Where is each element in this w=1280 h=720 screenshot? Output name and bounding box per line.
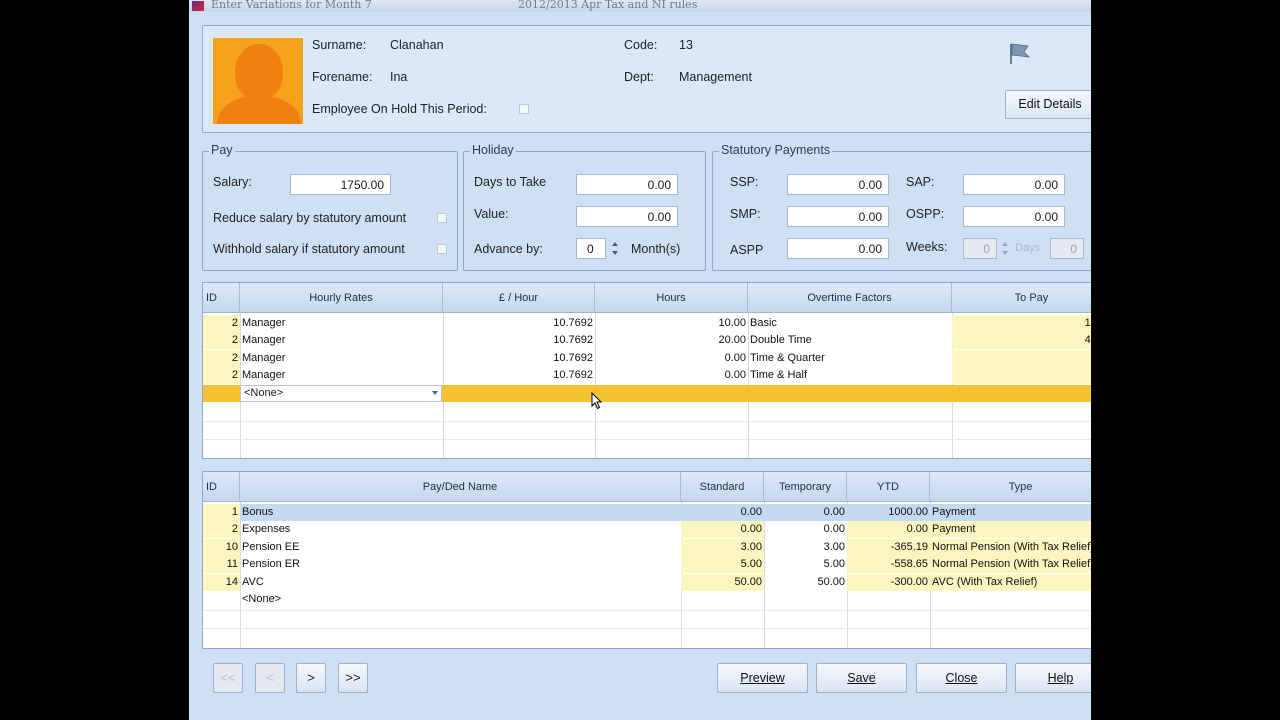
reduce-salary-label: Reduce salary by statutory amount bbox=[213, 211, 407, 225]
weeks-label: Weeks: bbox=[906, 240, 948, 254]
app-icon bbox=[192, 1, 204, 11]
pay-legend: Pay bbox=[209, 143, 235, 157]
on-hold-label: Employee On Hold This Period: bbox=[312, 102, 487, 116]
surname-label: Surname: bbox=[312, 38, 367, 52]
forename-value: Ina bbox=[390, 70, 408, 84]
payded-grid-header: ID Pay/Ded Name Standard Temporary YTD T… bbox=[203, 472, 1091, 502]
smp-field[interactable]: 0.00 bbox=[787, 206, 889, 227]
ospp-label: OSPP: bbox=[906, 207, 945, 221]
table-row[interactable]: 2 Manager 10.7692 10.00 Basic 107 bbox=[203, 315, 1091, 332]
mouse-cursor-icon bbox=[591, 392, 603, 410]
forename-label: Forename: bbox=[312, 70, 373, 84]
holiday-value-field[interactable]: 0.00 bbox=[576, 206, 678, 227]
ssp-label: SSP: bbox=[730, 175, 759, 189]
code-label: Code: bbox=[624, 38, 658, 52]
close-button[interactable]: Close bbox=[916, 663, 1007, 693]
tax-rules-label: 2012/2013 Apr Tax and NI rules bbox=[518, 0, 698, 11]
title-bar: Enter Variations for Month 7 2012/2013 A… bbox=[189, 0, 1091, 12]
variations-window: Enter Variations for Month 7 2012/2013 A… bbox=[189, 0, 1091, 720]
new-row-editing[interactable]: <None> bbox=[203, 385, 1091, 402]
dept-value: Management bbox=[679, 70, 752, 84]
ssp-field[interactable]: 0.00 bbox=[787, 174, 889, 195]
table-row[interactable]: 11 Pension ER 5.00 5.00 -558.65 Normal P… bbox=[203, 556, 1091, 573]
reduce-salary-checkbox[interactable] bbox=[437, 213, 447, 223]
col-to-pay[interactable]: To Pay bbox=[952, 283, 1091, 313]
weeks-spinner[interactable] bbox=[1000, 238, 1010, 259]
window-title: Enter Variations for Month 7 bbox=[211, 0, 372, 11]
surname-value: Clanahan bbox=[390, 38, 444, 52]
hourly-rates-grid: ID Hourly Rates £ / Hour Hours Overtime … bbox=[202, 282, 1091, 459]
dept-label: Dept: bbox=[624, 70, 654, 84]
table-row[interactable]: 2 Manager 10.7692 20.00 Double Time 430 bbox=[203, 332, 1091, 349]
table-row[interactable]: 14 AVC 50.00 50.00 -300.00 AVC (With Tax… bbox=[203, 574, 1091, 591]
advance-by-field[interactable]: 0 bbox=[576, 238, 606, 259]
employee-photo bbox=[213, 38, 303, 124]
prev-record-button[interactable]: < bbox=[255, 663, 285, 693]
col-id[interactable]: ID bbox=[203, 472, 240, 502]
table-row[interactable]: 2 Manager 10.7692 0.00 Time & Half 0 bbox=[203, 367, 1091, 384]
save-button[interactable]: Save bbox=[816, 663, 907, 693]
hourly-rate-dropdown[interactable]: <None> bbox=[240, 385, 442, 402]
aspp-field[interactable]: 0.00 bbox=[787, 238, 889, 259]
salary-field[interactable]: 1750.00 bbox=[290, 174, 391, 195]
new-row[interactable]: <None> bbox=[203, 591, 1091, 608]
advance-by-spinner[interactable] bbox=[610, 238, 620, 259]
weeks-field[interactable]: 0 bbox=[963, 238, 997, 259]
col-temporary[interactable]: Temporary bbox=[764, 472, 847, 502]
col-per-hour[interactable]: £ / Hour bbox=[443, 283, 595, 313]
months-label: Month(s) bbox=[631, 242, 681, 256]
first-record-button[interactable]: << bbox=[213, 663, 243, 693]
withhold-salary-label: Withhold salary if statutory amount bbox=[213, 242, 405, 256]
statutory-legend: Statutory Payments bbox=[719, 143, 833, 157]
table-row[interactable]: 2 Manager 10.7692 0.00 Time & Quarter 0 bbox=[203, 350, 1091, 367]
next-record-button[interactable]: > bbox=[296, 663, 326, 693]
chevron-down-icon bbox=[432, 391, 438, 395]
last-record-button[interactable]: >> bbox=[338, 663, 368, 693]
col-ytd[interactable]: YTD bbox=[847, 472, 930, 502]
days-to-take-label: Days to Take bbox=[474, 175, 547, 189]
table-row[interactable]: 2 Expenses 0.00 0.00 0.00 Payment bbox=[203, 521, 1091, 538]
salary-label: Salary: bbox=[213, 175, 252, 189]
ospp-field[interactable]: 0.00 bbox=[963, 206, 1065, 227]
col-hourly-rates[interactable]: Hourly Rates bbox=[240, 283, 443, 313]
edit-details-button[interactable]: Edit Details bbox=[1005, 90, 1091, 119]
sap-field[interactable]: 0.00 bbox=[963, 174, 1065, 195]
on-hold-checkbox[interactable] bbox=[519, 104, 529, 114]
days-to-take-field[interactable]: 0.00 bbox=[576, 174, 678, 195]
col-overtime-factors[interactable]: Overtime Factors bbox=[748, 283, 952, 313]
table-row[interactable]: 10 Pension EE 3.00 3.00 -365.19 Normal P… bbox=[203, 539, 1091, 556]
code-value: 13 bbox=[679, 38, 693, 52]
withhold-salary-checkbox[interactable] bbox=[437, 244, 447, 254]
days-label: Days bbox=[1015, 242, 1041, 254]
col-hours[interactable]: Hours bbox=[595, 283, 748, 313]
days-field[interactable]: 0 bbox=[1050, 238, 1084, 259]
sap-label: SAP: bbox=[906, 175, 935, 189]
col-standard[interactable]: Standard bbox=[681, 472, 764, 502]
hourly-grid-header: ID Hourly Rates £ / Hour Hours Overtime … bbox=[203, 283, 1091, 313]
preview-button[interactable]: Preview bbox=[717, 663, 808, 693]
advance-by-label: Advance by: bbox=[474, 242, 543, 256]
holiday-value-label: Value: bbox=[474, 207, 509, 221]
smp-label: SMP: bbox=[730, 207, 761, 221]
col-payded-name[interactable]: Pay/Ded Name bbox=[240, 472, 681, 502]
col-id[interactable]: ID bbox=[203, 283, 240, 313]
holiday-legend: Holiday bbox=[470, 143, 516, 157]
aspp-label: ASPP bbox=[730, 243, 764, 257]
table-row[interactable]: 1 Bonus 0.00 0.00 1000.00 Payment bbox=[203, 504, 1091, 521]
flag-icon[interactable] bbox=[1007, 40, 1031, 66]
payded-grid: ID Pay/Ded Name Standard Temporary YTD T… bbox=[202, 471, 1091, 649]
help-button[interactable]: Help bbox=[1015, 663, 1091, 693]
col-type[interactable]: Type bbox=[930, 472, 1091, 502]
